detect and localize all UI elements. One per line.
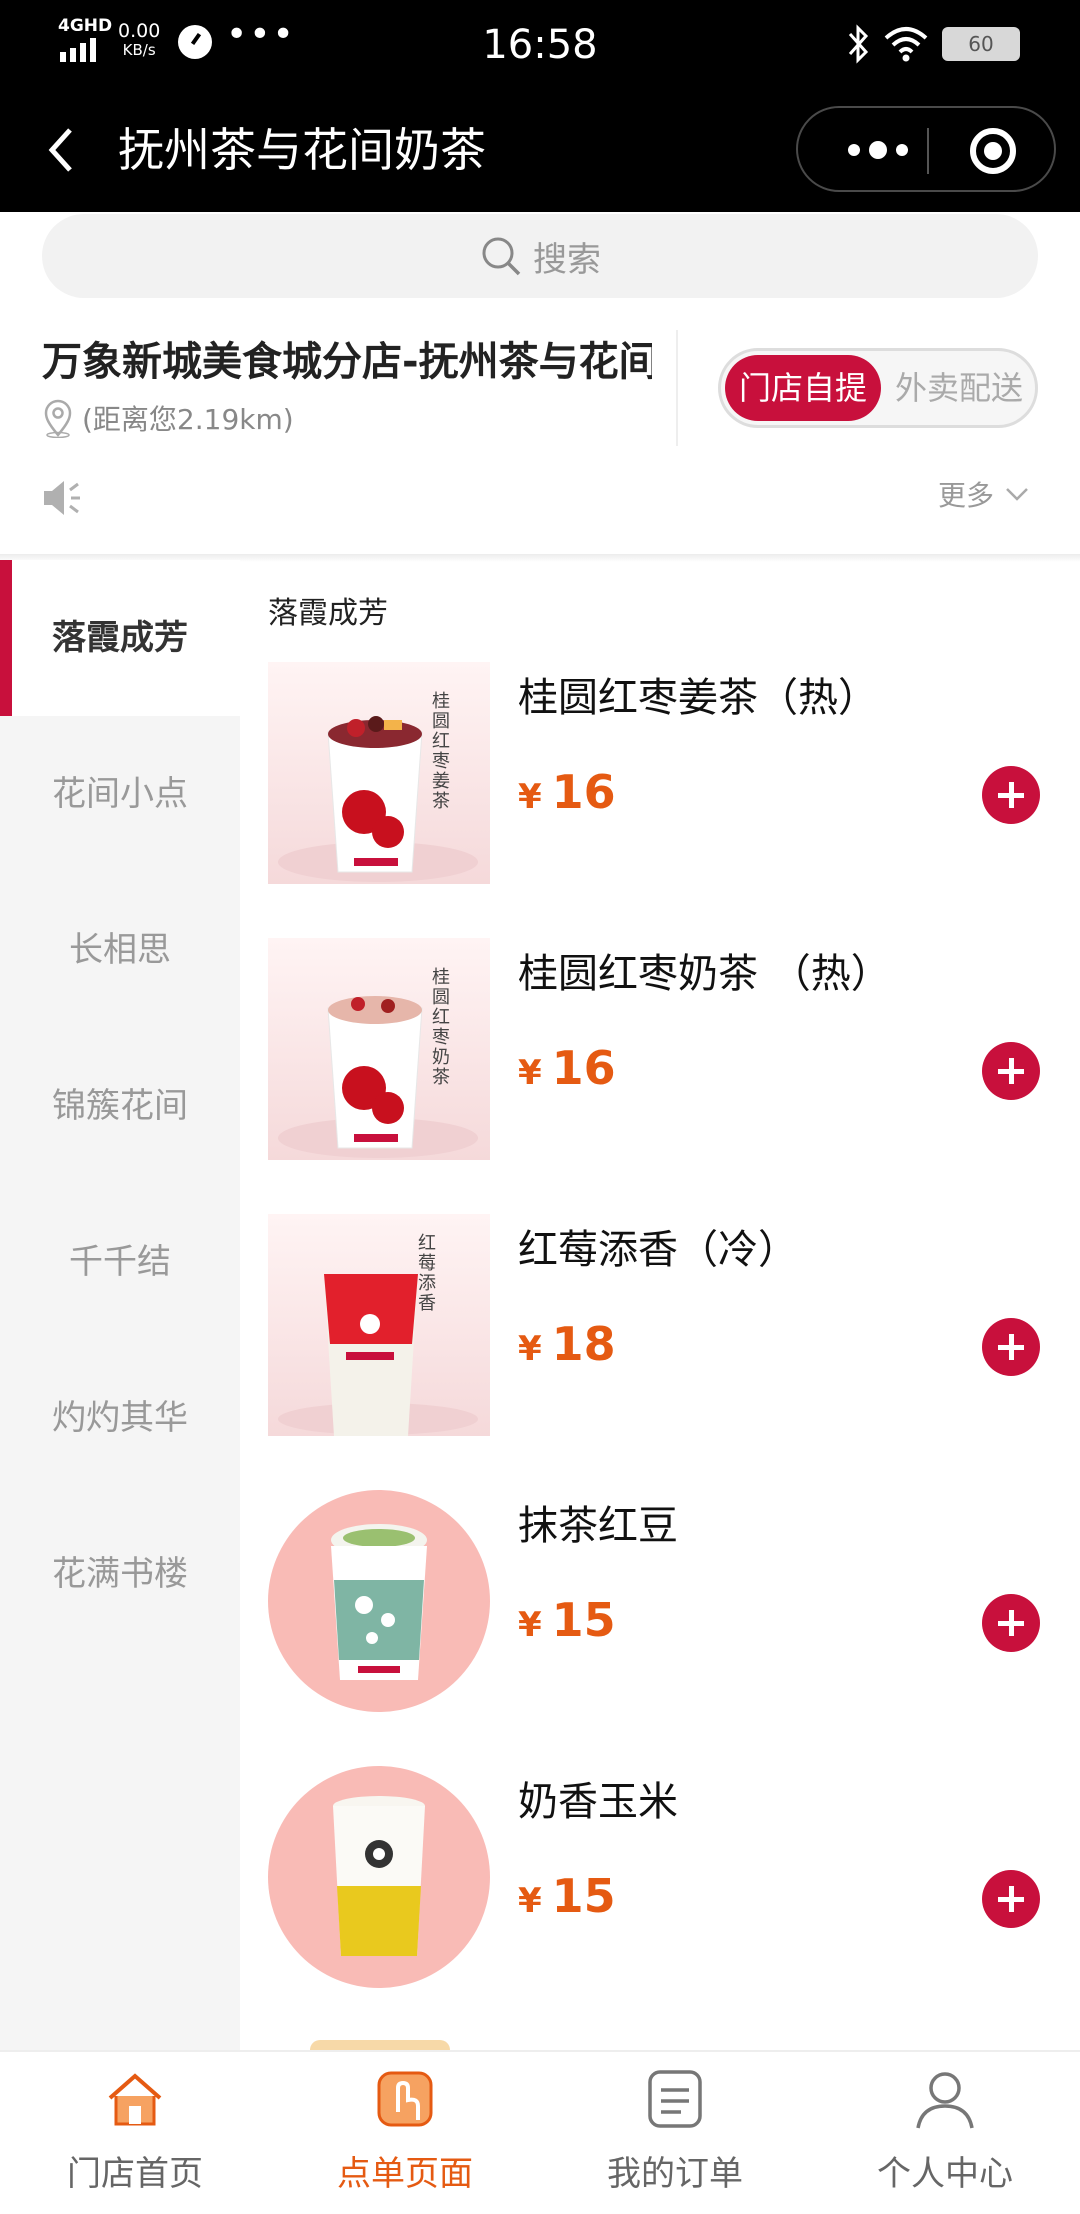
search-icon [482, 237, 521, 276]
bluetooth-icon [848, 24, 869, 64]
category-sidebar: 落霞成芳 花间小点 长相思 锦簇花间 千千结 灼灼其华 花满书楼 [0, 560, 240, 2050]
delivery-mode-toggle: 门店自提 外卖配送 [718, 348, 1038, 428]
store-distance-text: (距离您2.19km) [82, 403, 294, 436]
product-name: 红莓添香（冷） [518, 1227, 798, 1273]
product-image[interactable]: 红莓添香 [268, 1214, 490, 1436]
product-name: 抹茶红豆 [518, 1503, 678, 1549]
announcement-speaker-icon[interactable] [40, 476, 82, 520]
product-image[interactable]: 桂圆红枣姜茶 [268, 662, 490, 884]
cup-label: 桂圆红枣奶茶 [432, 967, 450, 1088]
category-item-huamanshulou[interactable]: 花满书楼 [0, 1496, 240, 1652]
wifi-icon [884, 27, 928, 62]
back-icon[interactable] [40, 120, 80, 180]
more-label: 更多 [937, 479, 994, 512]
bottom-tab-bar: 门店首页 点单页面 我的订单 个人中心 [0, 2050, 1080, 2214]
product-item[interactable]: 红莓添香 红莓添香（冷） ¥18 [268, 1214, 1058, 1440]
berry-drink-cup-icon [278, 1274, 478, 1436]
store-distance: (距离您2.19km) [42, 398, 294, 438]
pickup-option[interactable]: 门店自提 [725, 355, 881, 421]
cup-label: 桂圆红枣姜茶 [432, 691, 450, 812]
store-name: 万象新城美食城分店-抚州茶与花间奶茶 [42, 339, 652, 385]
product-price: ¥18 [518, 1314, 616, 1385]
product-item[interactable]: 奶香玉米 ¥15 [268, 1766, 1058, 1992]
product-image[interactable]: 桂圆红枣奶茶 [268, 938, 490, 1160]
cup-label: 红莓添香 [418, 1233, 436, 1314]
category-item-qianqianjie[interactable]: 千千结 [0, 1184, 240, 1340]
product-name: 桂圆红枣姜茶（热） [518, 675, 878, 721]
category-item-luoxiachengfang[interactable]: 落霞成芳 [0, 560, 240, 716]
product-price: ¥16 [518, 1038, 616, 1109]
tab-profile[interactable]: 个人中心 [810, 2052, 1080, 2214]
price-value: 15 [551, 1593, 616, 1647]
tab-order-label: 点单页面 [337, 2154, 473, 2194]
profile-icon [916, 2072, 974, 2129]
product-price: ¥16 [518, 762, 616, 833]
product-price: ¥15 [518, 1866, 616, 1937]
currency-symbol: ¥ [518, 1605, 542, 1645]
product-name: 桂圆红枣奶茶 （热） [518, 951, 891, 997]
search-placeholder: 搜索 [533, 239, 601, 280]
add-to-cart-button[interactable] [982, 1042, 1040, 1100]
orders-list-icon [648, 2070, 702, 2128]
price-value: 16 [551, 1041, 616, 1095]
product-item[interactable]: 桂圆红枣姜茶 桂圆红枣姜茶（热） ¥16 [268, 662, 1058, 888]
close-mini-program-icon[interactable] [970, 128, 1016, 174]
store-divider [676, 330, 678, 446]
add-to-cart-button[interactable] [982, 1870, 1040, 1928]
product-image[interactable] [268, 1490, 490, 1712]
add-to-cart-button[interactable] [982, 1318, 1040, 1376]
tab-profile-label: 个人中心 [877, 2154, 1013, 2194]
more-menu-icon[interactable] [828, 130, 928, 170]
category-item-zhuozhuoqihua[interactable]: 灼灼其华 [0, 1340, 240, 1496]
chevron-down-icon [1006, 488, 1028, 501]
add-to-cart-button[interactable] [982, 1594, 1040, 1652]
order-icon [377, 2071, 433, 2127]
location-pin-icon [44, 399, 72, 438]
price-value: 15 [551, 1869, 616, 1923]
product-item[interactable]: 抹茶红豆 ¥15 [268, 1490, 1058, 1716]
tab-home[interactable]: 门店首页 [0, 2052, 270, 2214]
corn-milk-cup-icon [333, 1796, 425, 1956]
section-title: 落霞成芳 [268, 596, 388, 631]
category-item-huajianxiaodian[interactable]: 花间小点 [0, 716, 240, 872]
currency-symbol: ¥ [518, 1053, 542, 1093]
tab-order[interactable]: 点单页面 [270, 2052, 540, 2214]
battery-icon: 60 [942, 27, 1020, 61]
currency-symbol: ¥ [518, 1881, 542, 1921]
price-value: 18 [551, 1317, 616, 1371]
next-product-peek [310, 2040, 450, 2050]
mini-program-capsule [796, 106, 1056, 192]
page-title: 抚州茶与花间奶茶 [118, 123, 486, 177]
title-bar: 抚州茶与花间奶茶 [0, 90, 1080, 212]
tab-my-orders[interactable]: 我的订单 [540, 2052, 810, 2214]
currency-symbol: ¥ [518, 777, 542, 817]
product-item[interactable]: 桂圆红枣奶茶 桂圆红枣奶茶 （热） ¥16 [268, 938, 1058, 1164]
product-image[interactable] [268, 1766, 490, 1988]
product-price: ¥15 [518, 1590, 616, 1661]
add-to-cart-button[interactable] [982, 766, 1040, 824]
tab-my-orders-label: 我的订单 [607, 2154, 743, 2194]
category-item-changxiangsi[interactable]: 长相思 [0, 872, 240, 1028]
product-name: 奶香玉米 [518, 1779, 678, 1825]
search-bar[interactable]: 搜索 [42, 214, 1038, 298]
status-bar: 4GHD 0.00 KB/s ••• 16:58 60 [0, 0, 1080, 90]
price-value: 16 [551, 765, 616, 819]
tab-home-label: 门店首页 [67, 2154, 203, 2194]
home-icon [108, 2073, 162, 2126]
battery-level: 60 [968, 32, 994, 56]
more-button[interactable]: 更多 [938, 474, 1030, 514]
delivery-option[interactable]: 外卖配送 [885, 355, 1033, 421]
capsule-divider [927, 128, 929, 174]
category-item-jincuhuajian[interactable]: 锦簇花间 [0, 1028, 240, 1184]
matcha-cup-icon [331, 1524, 427, 1680]
currency-symbol: ¥ [518, 1329, 542, 1369]
